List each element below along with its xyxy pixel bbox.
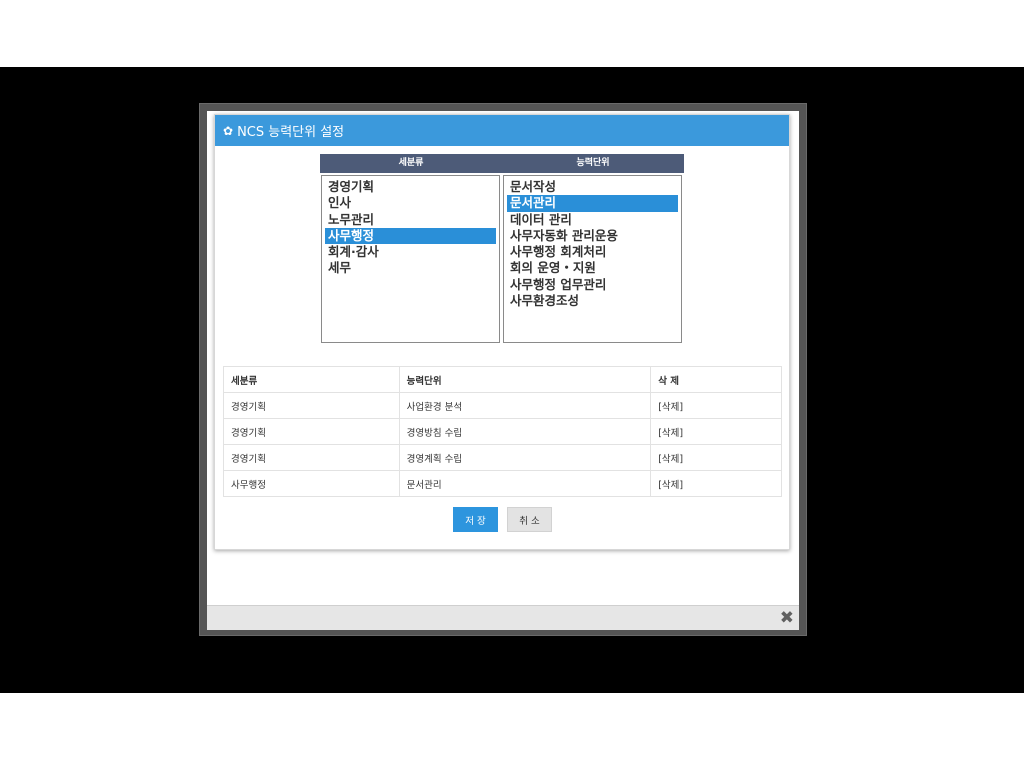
list-header-subcategory: 세분류 bbox=[398, 158, 424, 168]
cell-ability-unit: 문서관리 bbox=[398, 470, 652, 497]
ability-unit-option[interactable]: 회의 운영・지원 bbox=[507, 260, 678, 276]
close-icon[interactable]: ✖ bbox=[780, 608, 794, 628]
subcategory-listbox[interactable]: 경영기획 인사 노무관리 사무행정 회계·감사 세무 bbox=[321, 175, 500, 343]
delete-link[interactable]: [삭제] bbox=[650, 444, 782, 471]
popup-content: ✿ NCS 능력단위 설정 세분류 능력단위 경영기획 인사 노무관리 사무행정… bbox=[207, 111, 799, 630]
table-row: 경영기획 경영방침 수립 [삭제] bbox=[223, 418, 782, 445]
table-header-ability-unit: 능력단위 bbox=[398, 366, 652, 393]
cell-subcategory: 경영기획 bbox=[223, 392, 400, 419]
ability-unit-listbox[interactable]: 문서작성 문서관리 데이터 관리 사무자동화 관리운용 사무행정 회계처리 회의… bbox=[503, 175, 682, 343]
ability-unit-option[interactable]: 사무환경조성 bbox=[507, 293, 678, 309]
popup-footer-bar: ✖ bbox=[207, 605, 799, 630]
cell-subcategory: 사무행정 bbox=[223, 470, 400, 497]
cell-subcategory: 경영기획 bbox=[223, 444, 400, 471]
delete-link[interactable]: [삭제] bbox=[650, 418, 782, 445]
save-button[interactable]: 저 장 bbox=[453, 507, 498, 532]
table-row: 경영기획 사업환경 분석 [삭제] bbox=[223, 392, 782, 419]
cell-ability-unit: 사업환경 분석 bbox=[398, 392, 652, 419]
popup-window: ✿ NCS 능력단위 설정 세분류 능력단위 경영기획 인사 노무관리 사무행정… bbox=[199, 103, 807, 636]
list-header-ability-unit: 능력단위 bbox=[576, 158, 610, 168]
table-header-delete: 삭 제 bbox=[650, 366, 782, 393]
table-header-subcategory: 세분류 bbox=[223, 366, 400, 393]
table-header-row: 세분류 능력단위 삭 제 bbox=[223, 366, 782, 393]
table-row: 사무행정 문서관리 [삭제] bbox=[223, 470, 782, 497]
ability-unit-option[interactable]: 사무행정 회계처리 bbox=[507, 244, 678, 260]
ncs-settings-panel: ✿ NCS 능력단위 설정 세분류 능력단위 경영기획 인사 노무관리 사무행정… bbox=[214, 114, 790, 550]
cell-ability-unit: 경영방침 수립 bbox=[398, 418, 652, 445]
table-row: 경영기획 경영계획 수립 [삭제] bbox=[223, 444, 782, 471]
delete-link[interactable]: [삭제] bbox=[650, 470, 782, 497]
action-buttons: 저 장 취 소 bbox=[453, 507, 552, 532]
ability-unit-option[interactable]: 사무자동화 관리운용 bbox=[507, 228, 678, 244]
ability-unit-option[interactable]: 사무행정 업무관리 bbox=[507, 277, 678, 293]
ability-unit-option-selected[interactable]: 문서관리 bbox=[507, 195, 678, 212]
cell-subcategory: 경영기획 bbox=[223, 418, 400, 445]
subcategory-option[interactable]: 노무관리 bbox=[325, 212, 496, 228]
ability-unit-option[interactable]: 데이터 관리 bbox=[507, 212, 678, 228]
selected-units-table: 세분류 능력단위 삭 제 경영기획 사업환경 분석 [삭제] 경영기획 경영방침… bbox=[223, 366, 782, 497]
panel-header: ✿ NCS 능력단위 설정 bbox=[215, 115, 789, 146]
panel-title: NCS 능력단위 설정 bbox=[237, 125, 345, 140]
cancel-button[interactable]: 취 소 bbox=[507, 507, 552, 532]
subcategory-option[interactable]: 회계·감사 bbox=[325, 244, 496, 260]
subcategory-option[interactable]: 세무 bbox=[325, 260, 496, 276]
subcategory-option[interactable]: 경영기획 bbox=[325, 179, 496, 195]
delete-link[interactable]: [삭제] bbox=[650, 392, 782, 419]
subcategory-option[interactable]: 인사 bbox=[325, 195, 496, 211]
ability-unit-option[interactable]: 문서작성 bbox=[507, 179, 678, 195]
subcategory-option-selected[interactable]: 사무행정 bbox=[325, 227, 496, 245]
list-column-headers: 세분류 능력단위 bbox=[320, 154, 684, 173]
cell-ability-unit: 경영계획 수립 bbox=[398, 444, 652, 471]
gear-icon: ✿ bbox=[223, 123, 234, 138]
